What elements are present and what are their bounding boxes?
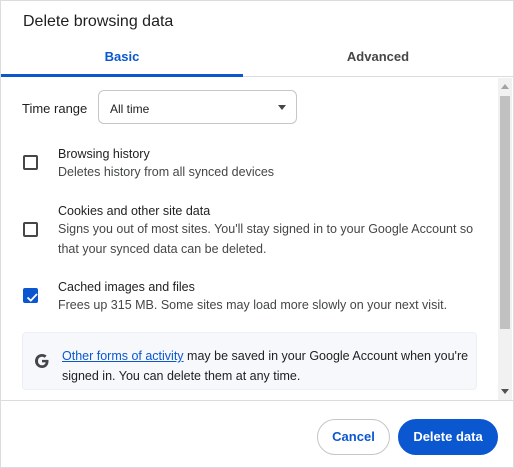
google-account-info-box: Other forms of activity may be saved in … xyxy=(22,332,477,390)
tab-bar: Basic Advanced xyxy=(1,41,513,77)
cancel-button[interactable]: Cancel xyxy=(317,419,390,455)
time-range-value: All time xyxy=(110,102,150,116)
scroll-thumb[interactable] xyxy=(500,96,510,329)
time-range-label: Time range xyxy=(22,101,88,116)
option-cached-images[interactable]: Cached images and files Frees up 315 MB.… xyxy=(1,277,491,317)
scroll-down-arrow-icon[interactable] xyxy=(501,389,509,394)
cookies-checkbox[interactable] xyxy=(23,222,38,237)
dropdown-caret-icon xyxy=(278,105,286,110)
checkmark-icon xyxy=(26,293,38,302)
option-description: Deletes history from all synced devices xyxy=(58,165,275,179)
dialog-title: Delete browsing data xyxy=(23,13,174,30)
option-title: Browsing history xyxy=(58,147,150,161)
option-title: Cached images and files xyxy=(58,280,195,294)
option-cookies[interactable]: Cookies and other site data Signs you ou… xyxy=(1,201,491,263)
google-g-icon xyxy=(35,354,49,368)
option-browsing-history[interactable]: Browsing history Deletes history from al… xyxy=(1,144,491,184)
delete-browsing-data-dialog: Delete browsing data Basic Advanced Time… xyxy=(0,0,514,468)
info-text: Other forms of activity may be saved in … xyxy=(62,346,472,386)
delete-data-button[interactable]: Delete data xyxy=(398,419,498,455)
browsing-history-checkbox[interactable] xyxy=(23,155,38,170)
other-forms-of-activity-link[interactable]: Other forms of activity xyxy=(62,349,184,363)
option-title: Cookies and other site data xyxy=(58,204,211,218)
scroll-up-arrow-icon[interactable] xyxy=(501,84,509,89)
dialog-content: Time range All time Browsing history Del… xyxy=(1,78,513,400)
time-range-select[interactable]: All time xyxy=(98,90,297,124)
option-description: Frees up 315 MB. Some sites may load mor… xyxy=(58,298,448,312)
tab-advanced[interactable]: Advanced xyxy=(243,41,513,77)
content-scrollbar[interactable] xyxy=(498,78,512,400)
tab-basic[interactable]: Basic xyxy=(1,41,243,77)
tab-selected-indicator xyxy=(1,74,243,77)
dialog-footer: Cancel Delete data xyxy=(1,400,513,468)
cached-images-checkbox[interactable] xyxy=(23,288,38,303)
option-description: Signs you out of most sites. You'll stay… xyxy=(58,222,474,256)
